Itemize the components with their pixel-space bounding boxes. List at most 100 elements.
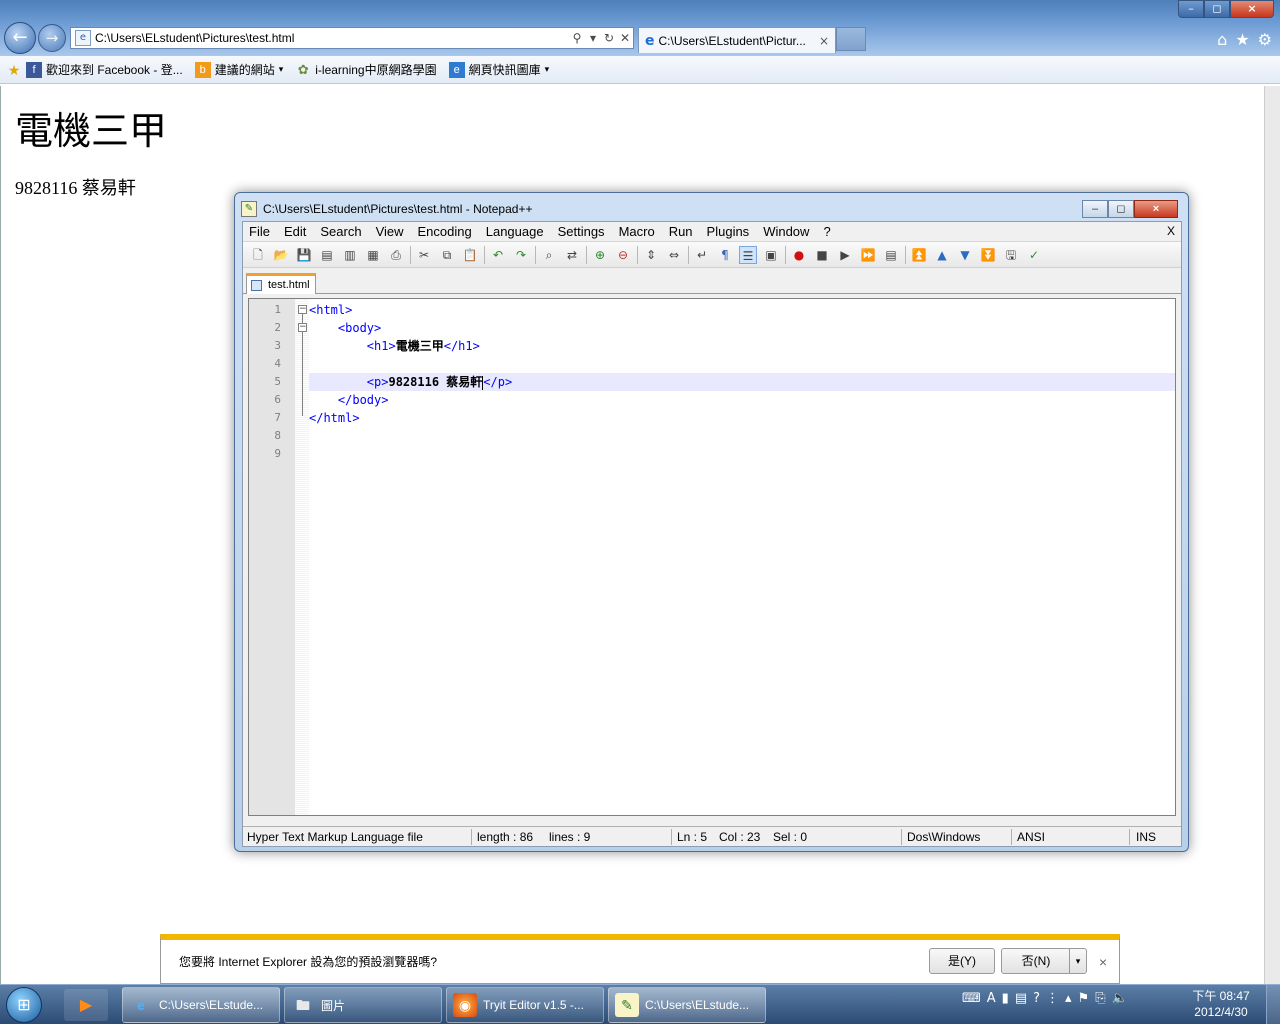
menu-edit[interactable]: Edit <box>284 224 306 239</box>
undo-icon[interactable]: ↶ <box>489 246 507 264</box>
favorite-suggested-sites[interactable]: b 建議的網站 ▾ <box>194 61 283 78</box>
save-all-icon[interactable]: ▤ <box>318 246 336 264</box>
toolbar-separator <box>484 245 485 264</box>
add-favorites-star-icon[interactable]: ★ <box>6 62 22 78</box>
input-method-icon[interactable]: ⌨ <box>962 991 981 1006</box>
tab-close-icon[interactable]: × <box>819 34 829 48</box>
menu-help[interactable]: ? <box>823 224 830 239</box>
sync-horizontal-icon[interactable]: ⇔ <box>665 246 683 264</box>
new-file-icon[interactable]: 🗋 <box>249 246 267 264</box>
ime-pad-icon[interactable]: ▤ <box>1015 991 1027 1006</box>
menu-macro[interactable]: Macro <box>619 224 655 239</box>
minimize-button[interactable]: – <box>1082 200 1108 218</box>
tray-expand-icon[interactable]: ▴ <box>1065 991 1072 1006</box>
browser-tab[interactable]: e C:\Users\ELstudent\Pictur... × <box>638 27 836 53</box>
last-icon[interactable]: ⏬ <box>979 246 997 264</box>
record-macro-icon[interactable]: ● <box>790 246 808 264</box>
tools-gear-icon[interactable]: ⚙ <box>1258 30 1272 49</box>
copy-icon[interactable]: ⧉ <box>438 246 456 264</box>
indent-guide-icon[interactable]: ☰ <box>739 245 757 264</box>
home-icon[interactable]: ⌂ <box>1217 30 1227 49</box>
user-language-icon[interactable]: ▣ <box>762 246 780 264</box>
ime-options-icon[interactable]: ⋮ <box>1046 991 1059 1006</box>
forward-button[interactable]: → <box>38 24 66 52</box>
menu-search[interactable]: Search <box>320 224 361 239</box>
system-clock[interactable]: 下午 08:47 2012/4/30 <box>1188 988 1254 1020</box>
action-center-flag-icon[interactable]: ⚑ <box>1078 991 1090 1006</box>
menu-view[interactable]: View <box>376 224 404 239</box>
save-icon[interactable]: 💾 <box>295 246 313 264</box>
menu-encoding[interactable]: Encoding <box>418 224 472 239</box>
zoom-out-icon[interactable]: ⊖ <box>614 246 632 264</box>
run-macro-multiple-icon[interactable]: ⏩ <box>859 246 877 264</box>
new-tab-button[interactable] <box>836 27 866 51</box>
search-icon[interactable]: ⚲ <box>569 31 585 45</box>
code-text-area[interactable]: <html> <body> <h1>電機三甲</h1> <p>9828116 蔡… <box>309 299 1175 815</box>
taskbar-item-firefox[interactable]: ◉ Tryit Editor v1.5 -... <box>446 987 604 1023</box>
menu-plugins[interactable]: Plugins <box>707 224 750 239</box>
favorite-ilearning[interactable]: ✿ i-learning中原網路學園 <box>295 61 437 78</box>
page-scrollbar[interactable] <box>1264 86 1280 984</box>
refresh-icon[interactable]: ↻ <box>601 31 617 45</box>
menu-window[interactable]: Window <box>763 224 809 239</box>
zoom-in-icon[interactable]: ⊕ <box>591 246 609 264</box>
maximize-button[interactable]: ◻ <box>1204 0 1230 18</box>
cut-icon[interactable]: ✂ <box>415 246 433 264</box>
network-icon[interactable]: ⎘ <box>1095 991 1105 1006</box>
favorite-facebook[interactable]: f 歡迎來到 Facebook - 登... <box>26 61 183 78</box>
taskbar-item-ie[interactable]: e C:\Users\ELstude... <box>122 987 280 1023</box>
print-icon[interactable]: ⎙ <box>387 246 405 264</box>
menu-settings[interactable]: Settings <box>558 224 605 239</box>
taskbar-item-notepadpp[interactable]: ✎ C:\Users\ELstude... <box>608 987 766 1023</box>
save-macro-icon[interactable]: ▤ <box>882 246 900 264</box>
show-desktop-button[interactable] <box>1266 985 1280 1024</box>
ime-mode-icon[interactable]: A <box>987 991 996 1006</box>
fold-toggle-icon[interactable]: − <box>298 323 307 332</box>
play-macro-icon[interactable]: ▶ <box>836 246 854 264</box>
paste-icon[interactable]: 📋 <box>461 246 479 264</box>
launch-browser-icon[interactable]: 🖫 <box>1002 246 1020 264</box>
find-icon[interactable]: ⌕ <box>540 246 558 264</box>
document-tab[interactable]: test.html <box>246 273 316 294</box>
word-wrap-icon[interactable]: ↵ <box>693 246 711 264</box>
no-button[interactable]: 否(N) <box>1001 948 1071 974</box>
address-bar[interactable]: e C:\Users\ELstudent\Pictures\test.html … <box>70 27 634 49</box>
replace-icon[interactable]: ⇄ <box>563 246 581 264</box>
back-button[interactable]: ← <box>4 22 36 54</box>
close-file-icon[interactable]: ▥ <box>341 246 359 264</box>
close-document-icon[interactable]: X <box>1167 224 1175 238</box>
show-all-chars-icon[interactable]: ¶ <box>716 246 734 264</box>
maximize-button[interactable]: ◻ <box>1108 200 1134 218</box>
next-icon[interactable]: ▼ <box>956 246 974 264</box>
address-dropdown-icon[interactable]: ▾ <box>585 31 601 45</box>
options-dropdown-button[interactable]: ▾ <box>1069 948 1087 974</box>
sync-vertical-icon[interactable]: ⇕ <box>642 246 660 264</box>
menu-language[interactable]: Language <box>486 224 544 239</box>
stop-icon[interactable]: ✕ <box>617 31 633 45</box>
stop-macro-icon[interactable]: ■ <box>813 246 831 264</box>
start-button[interactable]: ⊞ <box>6 987 42 1023</box>
taskbar-item-pictures[interactable]: 🖿 圖片 <box>284 987 442 1023</box>
fold-toggle-icon[interactable]: − <box>298 305 307 314</box>
media-player-pin[interactable]: ▶ <box>64 989 108 1021</box>
code-editor[interactable]: 1 2 3 4 5 6 7 8 9 − − <html> <body> <h1>… <box>248 298 1176 816</box>
yes-button[interactable]: 是(Y) <box>929 948 995 974</box>
first-icon[interactable]: ⏫ <box>910 246 928 264</box>
address-input[interactable]: C:\Users\ELstudent\Pictures\test.html <box>95 31 569 45</box>
minimize-button[interactable]: – <box>1178 0 1204 18</box>
menu-file[interactable]: File <box>249 224 270 239</box>
close-all-icon[interactable]: ▦ <box>364 246 382 264</box>
menu-run[interactable]: Run <box>669 224 693 239</box>
close-button[interactable]: × <box>1134 200 1178 218</box>
redo-icon[interactable]: ↷ <box>512 246 530 264</box>
volume-icon[interactable]: 🔈 <box>1112 991 1128 1006</box>
previous-icon[interactable]: ▲ <box>933 246 951 264</box>
favorites-star-icon[interactable]: ★ <box>1235 30 1249 49</box>
close-icon[interactable]: × <box>1099 954 1107 970</box>
open-file-icon[interactable]: 📂 <box>272 246 290 264</box>
help-icon[interactable]: ? <box>1033 991 1040 1006</box>
close-button[interactable]: × <box>1230 0 1274 18</box>
favorite-web-slice-gallery[interactable]: e 網頁快訊圖庫 ▾ <box>448 61 549 78</box>
spell-check-icon[interactable]: ✓ <box>1025 246 1043 264</box>
ime-fullwidth-icon[interactable]: ▮ <box>1002 991 1009 1006</box>
